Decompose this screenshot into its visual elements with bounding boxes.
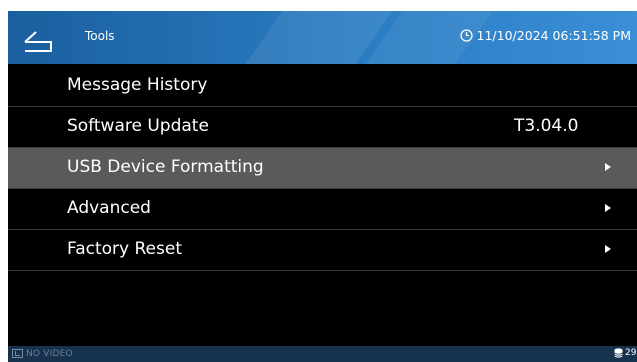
storage-text: 29	[625, 348, 637, 358]
software-version: T3.04.0	[514, 116, 579, 136]
menu-item-label: Factory Reset	[67, 239, 182, 259]
clock-icon	[459, 29, 473, 42]
storage-indicator: 29	[614, 348, 636, 358]
chevron-right-icon	[605, 204, 611, 212]
datetime-text: 11/10/2024 06:51:58 PM	[476, 28, 631, 43]
menu-item-label: USB Device Formatting	[67, 157, 264, 177]
menu-item-label: Advanced	[67, 198, 151, 218]
tools-menu: Message History Software Update T3.04.0 …	[8, 66, 637, 271]
menu-item-software-update[interactable]: Software Update T3.04.0	[8, 107, 637, 148]
device-display: Tools 11/10/2024 06:51:58 PM Message His…	[8, 11, 637, 362]
menu-item-factory-reset[interactable]: Factory Reset	[8, 230, 637, 271]
video-icon	[12, 349, 23, 358]
menu-item-label: Software Update	[67, 116, 209, 136]
header-bar: Tools 11/10/2024 06:51:58 PM	[8, 11, 637, 64]
page-title: Tools	[85, 29, 115, 43]
back-button[interactable]	[22, 23, 54, 53]
status-bar: NO VIDEO 29	[8, 346, 637, 362]
screen: Tools 11/10/2024 06:51:58 PM Message His…	[0, 0, 637, 362]
menu-item-advanced[interactable]: Advanced	[8, 189, 637, 230]
datetime-display: 11/10/2024 06:51:58 PM	[459, 28, 631, 43]
video-status: NO VIDEO	[26, 349, 73, 359]
menu-item-message-history[interactable]: Message History	[8, 66, 637, 107]
chevron-right-icon	[605, 163, 611, 171]
menu-item-label: Message History	[67, 75, 208, 95]
storage-icon	[614, 348, 623, 358]
menu-item-usb-device-formatting[interactable]: USB Device Formatting	[8, 148, 637, 189]
back-arrow-icon	[24, 31, 52, 52]
chevron-right-icon	[605, 245, 611, 253]
